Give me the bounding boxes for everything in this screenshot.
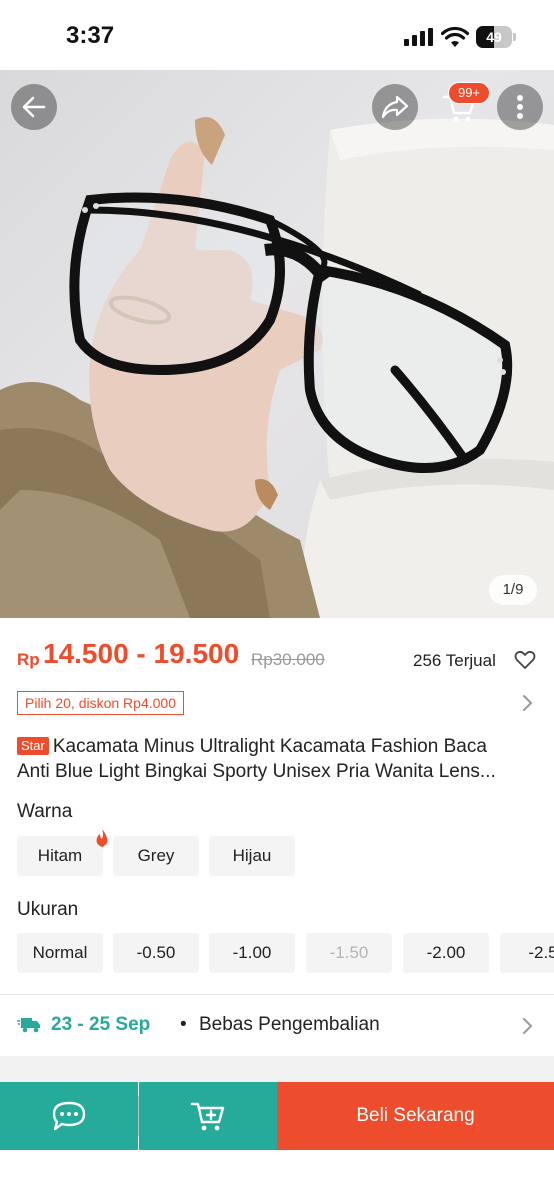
size-chip-2-50[interactable]: -2.5 xyxy=(500,933,554,973)
bottom-action-bar: Beli Sekarang xyxy=(0,1082,554,1150)
size-chip-label: -2.00 xyxy=(426,943,466,962)
size-chip-label: -2.5 xyxy=(528,943,554,962)
heart-icon[interactable] xyxy=(514,650,536,670)
add-to-cart-icon xyxy=(190,1102,225,1131)
color-chip-label: Grey xyxy=(137,846,175,865)
chevron-right-icon xyxy=(523,695,533,711)
product-image-carousel[interactable]: 99+ 1/9 xyxy=(0,70,554,618)
delivery-date: 23 - 25 Sep xyxy=(51,1014,151,1035)
shipping-row[interactable]: 23 - 25 Sep • Bebas Pengembalian xyxy=(17,1008,537,1044)
fire-icon xyxy=(96,829,108,847)
wifi-icon xyxy=(441,26,469,47)
product-photo xyxy=(0,117,554,618)
product-title-line-1: Kacamata Minus Ultralight Kacamata Fashi… xyxy=(52,736,487,757)
size-chip-1-50: -1.50 xyxy=(306,933,392,973)
truck-icon xyxy=(17,1018,40,1033)
buy-now-button[interactable]: Beli Sekarang xyxy=(277,1082,554,1150)
product-title-line-2: Anti Blue Light Bingkai Sporty Unisex Pr… xyxy=(17,761,496,782)
section-spacer xyxy=(0,1056,554,1082)
chat-icon xyxy=(52,1101,86,1131)
size-chip-label: -1.50 xyxy=(329,943,369,962)
chevron-right-icon xyxy=(523,1018,533,1034)
separator-dot: • xyxy=(180,1014,187,1035)
color-chip-hitam[interactable]: Hitam xyxy=(17,829,108,876)
size-options: Normal -0.50 -1.00 -1.50 -2.00 -2.5 xyxy=(17,933,554,973)
more-options-button[interactable] xyxy=(497,84,543,130)
battery-icon: 49 xyxy=(476,26,516,48)
original-price: Rp30.000 xyxy=(251,650,325,669)
promo-row[interactable]: Pilih 20, diskon Rp4.000 xyxy=(17,691,537,715)
back-button[interactable] xyxy=(11,84,57,130)
home-indicator-area xyxy=(0,1150,554,1199)
star-badge: Star xyxy=(17,737,49,755)
color-options: Hitam Grey Hijau xyxy=(17,829,554,876)
battery-level: 49 xyxy=(486,29,502,45)
add-to-cart-button[interactable] xyxy=(139,1082,277,1150)
price-row: Rp 14.500 - 19.500 Rp30.000 256 Terjual xyxy=(17,638,537,678)
divider xyxy=(0,994,554,995)
share-button[interactable] xyxy=(372,84,418,130)
size-chip-normal[interactable]: Normal xyxy=(17,933,103,973)
size-chip-label: -1.00 xyxy=(232,943,272,962)
size-chip-2-00[interactable]: -2.00 xyxy=(403,933,489,973)
size-chip-1-00[interactable]: -1.00 xyxy=(209,933,295,973)
chat-button[interactable] xyxy=(0,1082,138,1150)
status-time: 3:37 xyxy=(66,22,115,49)
status-bar: 3:37 49 xyxy=(0,0,554,70)
more-vertical-icon xyxy=(517,95,523,119)
price-currency: Rp xyxy=(17,650,40,669)
size-chip-0-50[interactable]: -0.50 xyxy=(113,933,199,973)
cellular-signal-icon xyxy=(404,28,433,46)
size-chip-label: Normal xyxy=(32,943,88,962)
color-label: Warna xyxy=(17,801,73,822)
back-arrow-icon xyxy=(22,96,46,118)
color-chip-label: Hitam xyxy=(37,846,83,865)
price-range: 14.500 - 19.500 xyxy=(43,638,240,669)
color-chip-hijau[interactable]: Hijau xyxy=(209,836,295,876)
share-icon xyxy=(381,95,409,119)
size-chip-label: -0.50 xyxy=(136,943,176,962)
sold-count: 256 Terjual xyxy=(413,651,496,670)
size-label: Ukuran xyxy=(17,899,79,920)
color-chip-grey[interactable]: Grey xyxy=(113,836,199,876)
product-title: Star Kacamata Minus Ultralight Kacamata F… xyxy=(17,734,537,784)
image-page-indicator: 1/9 xyxy=(489,575,537,605)
cart-count-badge: 99+ xyxy=(448,82,490,104)
bundle-discount-tag: Pilih 20, diskon Rp4.000 xyxy=(17,691,184,715)
color-chip-label: Hijau xyxy=(232,846,272,865)
free-return-text: Bebas Pengembalian xyxy=(199,1014,380,1035)
